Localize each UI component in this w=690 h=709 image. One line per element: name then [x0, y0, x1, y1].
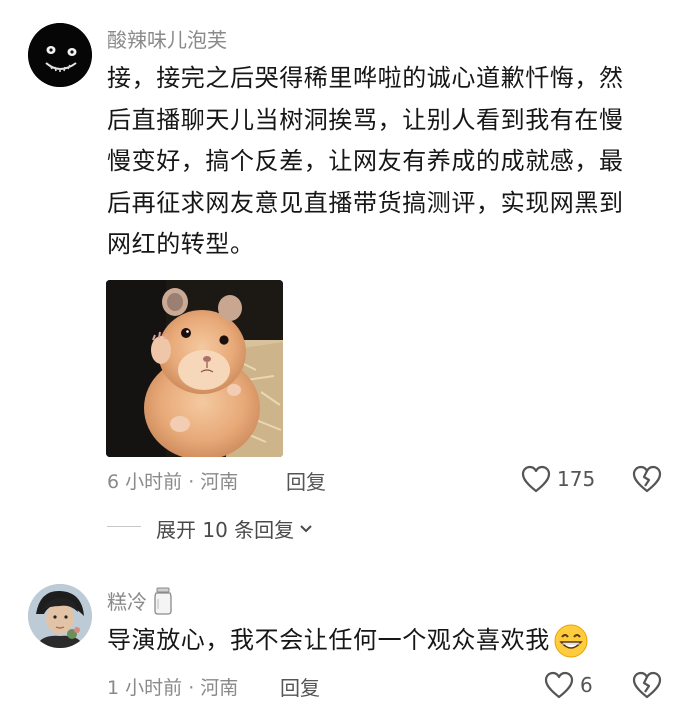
broken-heart-icon	[632, 465, 662, 493]
meta-separator: ·	[188, 677, 201, 699]
comment-line: 后直播聊天儿当树洞挨骂，让别人看到我有在慢	[107, 105, 624, 134]
like-count: 6	[580, 673, 593, 697]
location: 河南	[200, 471, 239, 493]
like-count: 175	[557, 467, 596, 491]
reply-button[interactable]: 回复	[286, 466, 326, 495]
creepy-face-icon	[28, 23, 92, 87]
comment-image[interactable]	[106, 280, 283, 457]
heart-outline-icon	[544, 671, 574, 699]
reply-button[interactable]: 回复	[280, 672, 320, 701]
avatar[interactable]	[28, 584, 92, 648]
grin-emoji-icon	[553, 623, 589, 659]
username-row: 糕冷	[107, 586, 173, 615]
heart-outline-icon	[521, 465, 551, 493]
location: 河南	[200, 677, 239, 699]
comment-line: 后再征求网友意见直播带货搞测评，实现网黑到	[107, 188, 624, 217]
like-button[interactable]: 6	[544, 671, 593, 699]
expand-replies-label: 展开 10 条回复	[156, 518, 295, 542]
avatar[interactable]	[28, 23, 92, 87]
timestamp: 6 小时前	[107, 471, 183, 493]
comment-text: 接，接完之后哭得稀里哗啦的诚心道歉忏悔，然 后直播聊天儿当树洞挨骂，让别人看到我…	[107, 58, 677, 266]
comment-line: 慢变好，搞个反差，让网友有养成的成就感，最	[107, 147, 624, 175]
jar-icon	[153, 587, 173, 615]
hamster-image	[106, 280, 283, 457]
comment-meta: 1 小时前 · 河南	[107, 673, 238, 700]
expand-replies-button[interactable]: 展开 10 条回复	[156, 514, 313, 543]
timestamp: 1 小时前	[107, 677, 183, 699]
comment-meta: 6 小时前 · 河南	[107, 467, 238, 494]
broken-heart-icon	[632, 671, 662, 699]
dislike-button[interactable]	[632, 465, 662, 493]
meta-separator: ·	[188, 471, 201, 493]
comment-line: 接，接完之后哭得稀里哗啦的诚心道歉忏悔，然	[107, 64, 624, 92]
username[interactable]: 酸辣味儿泡芙	[107, 24, 227, 53]
chevron-down-icon	[299, 524, 313, 534]
like-button[interactable]: 175	[521, 465, 595, 493]
dislike-button[interactable]	[632, 671, 662, 699]
expand-divider	[107, 526, 141, 527]
username[interactable]: 糕冷	[107, 586, 147, 615]
comment-text: 导演放心，我不会让任何一个观众喜欢我	[107, 626, 550, 654]
person-avatar-image	[28, 584, 92, 648]
comment-line: 网红的转型。	[107, 230, 255, 258]
comment-text-row: 导演放心，我不会让任何一个观众喜欢我	[107, 620, 589, 662]
